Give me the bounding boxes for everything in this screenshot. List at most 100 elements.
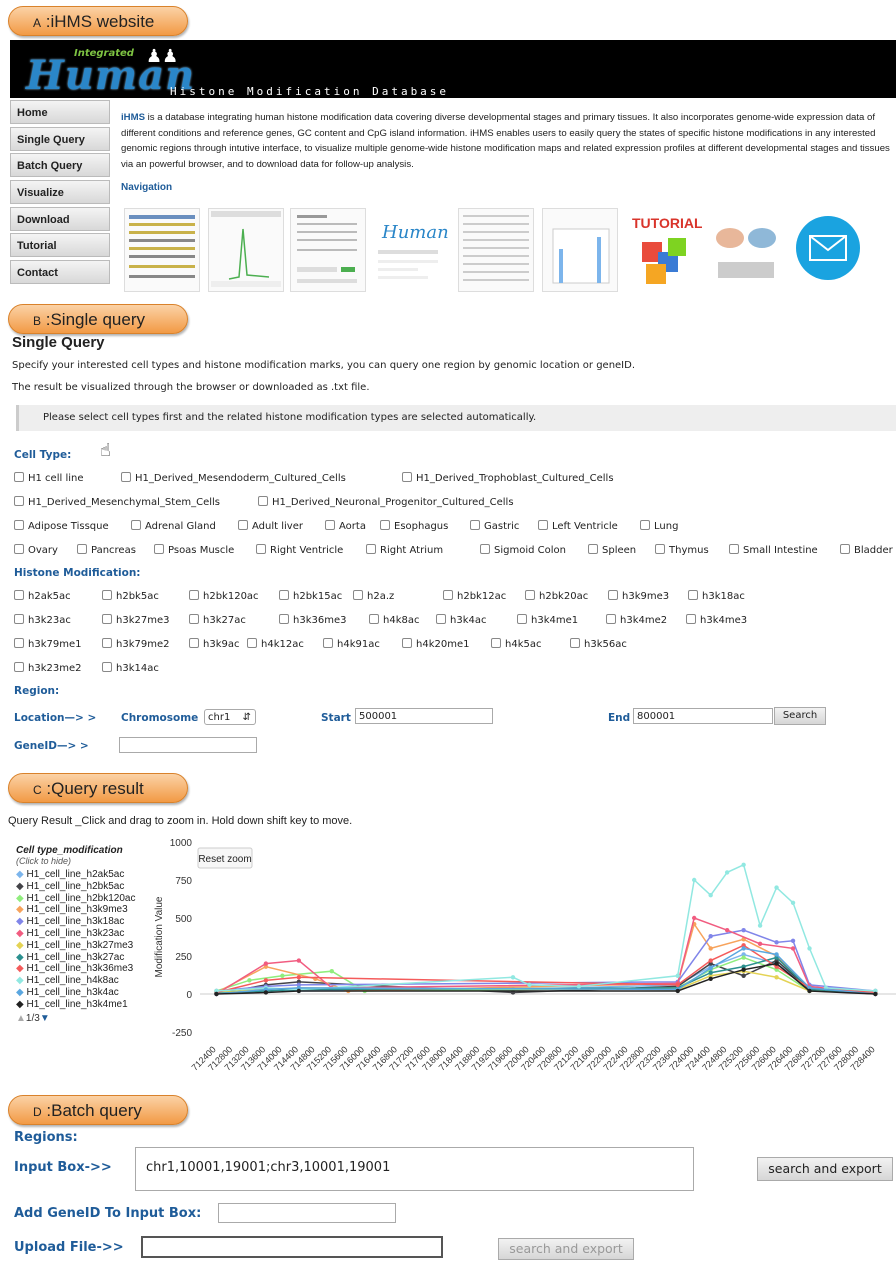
geneid-input[interactable] — [119, 737, 257, 753]
checkbox-histone[interactable]: h3k4me3 — [686, 614, 747, 626]
checkbox-cell-type[interactable]: Sigmoid Colon — [480, 544, 566, 556]
thumb-browser[interactable] — [124, 208, 200, 292]
sidebar-item-single-query[interactable]: Single Query — [10, 126, 110, 151]
checkbox-cell-type[interactable]: Small Intestine — [729, 544, 818, 556]
legend-item[interactable]: ◆ H1_cell_line_h3k36me3 — [16, 963, 135, 975]
checkbox-cell-type[interactable]: H1_Derived_Mesenchymal_Stem_Cells — [14, 496, 220, 508]
checkbox-histone[interactable]: h3k79me2 — [102, 638, 169, 650]
checkbox-cell-type[interactable]: Adrenal Gland — [131, 520, 216, 532]
legend-item[interactable]: ◆ H1_cell_line_h3k4me1 — [16, 999, 135, 1011]
checkbox-cell-type[interactable]: Bladder — [840, 544, 893, 556]
legend-item[interactable]: ◆ H1_cell_line_h3k4ac — [16, 987, 135, 999]
sidebar-item-download[interactable]: Download — [10, 206, 110, 231]
checkbox-histone[interactable]: h3k4me1 — [517, 614, 578, 626]
legend-item[interactable]: ◆ H1_cell_line_h2bk5ac — [16, 881, 135, 893]
legend-item[interactable]: ◆ H1_cell_line_h3k18ac — [16, 916, 135, 928]
sidebar-item-visualize[interactable]: Visualize — [10, 180, 110, 205]
section-label-c: C :Query result — [8, 773, 188, 803]
checkbox-histone[interactable]: h3k4ac — [436, 614, 486, 626]
checkbox-histone[interactable]: h2ak5ac — [14, 590, 71, 602]
checkbox-cell-type[interactable]: Esophagus — [380, 520, 448, 532]
thumb-bar-chart[interactable] — [542, 208, 618, 292]
search-export-button[interactable]: search and export — [757, 1157, 893, 1181]
checkbox-cell-type[interactable]: H1_Derived_Mesendoderm_Cultured_Cells — [121, 472, 346, 484]
checkbox-cell-type[interactable]: Thymus — [655, 544, 709, 556]
checkbox-histone[interactable]: h3k9ac — [189, 638, 239, 650]
legend-item[interactable]: ◆ H1_cell_line_h3k27me3 — [16, 940, 135, 952]
checkbox-cell-type[interactable]: H1_Derived_Neuronal_Progenitor_Cultured_… — [258, 496, 514, 508]
checkbox-histone[interactable]: h3k18ac — [688, 590, 745, 602]
thumb-form[interactable] — [290, 208, 366, 292]
checkbox-histone[interactable]: h3k23me2 — [14, 662, 81, 674]
checkbox-histone[interactable]: h2a.z — [353, 590, 394, 602]
legend-pager[interactable]: ▲1/3▼ — [16, 1013, 135, 1024]
checkbox-cell-type[interactable]: Gastric — [470, 520, 519, 532]
geneid-batch-input[interactable] — [218, 1203, 396, 1223]
thumb-chart[interactable] — [208, 208, 284, 292]
checkbox-cell-type[interactable]: Right Atrium — [366, 544, 443, 556]
thumb-nucleosome[interactable] — [710, 208, 784, 290]
mail-icon[interactable] — [794, 208, 868, 290]
start-input[interactable]: 500001 — [355, 708, 493, 724]
legend-item[interactable]: ◆ H1_cell_line_h2bk120ac — [16, 893, 135, 905]
thumb-table[interactable] — [458, 208, 534, 292]
regions-input[interactable]: chr1,10001,19001;chr3,10001,19001 — [135, 1147, 694, 1191]
checkbox-cell-type[interactable]: Spleen — [588, 544, 636, 556]
sidebar-item-tutorial[interactable]: Tutorial — [10, 233, 110, 258]
checkbox-cell-type[interactable]: Lung — [640, 520, 678, 532]
arrow-down-icon[interactable]: ▼ — [40, 1013, 50, 1024]
checkbox-histone[interactable]: h3k27me3 — [102, 614, 169, 626]
checkbox-histone[interactable]: h4k20me1 — [402, 638, 469, 650]
checkbox-histone[interactable]: h3k9me3 — [608, 590, 669, 602]
checkbox-histone[interactable]: h3k4me2 — [606, 614, 667, 626]
legend-item[interactable]: ◆ H1_cell_line_h4k8ac — [16, 975, 135, 987]
data-point — [329, 969, 334, 974]
checkbox-cell-type[interactable]: Adult liver — [238, 520, 303, 532]
checkbox-cell-type[interactable]: Ovary — [14, 544, 58, 556]
checkbox-histone[interactable]: h4k5ac — [491, 638, 541, 650]
checkbox-cell-type[interactable]: Aorta — [325, 520, 366, 532]
search-button[interactable]: Search — [774, 707, 826, 725]
legend-item[interactable]: ◆ H1_cell_line_h3k27ac — [16, 952, 135, 964]
end-input[interactable]: 800001 — [633, 708, 773, 724]
checkbox-cell-type[interactable]: Adipose Tissque — [14, 520, 109, 532]
chromosome-select[interactable]: chr1 ⇵ — [204, 709, 256, 725]
checkbox-histone[interactable]: h4k91ac — [323, 638, 380, 650]
legend-item[interactable]: ◆ H1_cell_line_h3k23ac — [16, 928, 135, 940]
data-point — [741, 927, 746, 933]
checkbox-histone[interactable]: h3k56ac — [570, 638, 627, 650]
checkbox-cell-type[interactable]: Left Ventricle — [538, 520, 618, 532]
checkbox-cell-type[interactable]: Right Ventricle — [256, 544, 343, 556]
checkbox-histone[interactable]: h2bk12ac — [443, 590, 506, 602]
checkbox-histone[interactable]: h4k8ac — [369, 614, 419, 626]
checkbox-histone[interactable]: h3k23ac — [14, 614, 71, 626]
legend-item[interactable]: ◆ H1_cell_line_h3k9me3 — [16, 904, 135, 916]
checkbox-histone[interactable]: h3k36me3 — [279, 614, 346, 626]
arrow-up-icon[interactable]: ▲ — [16, 1013, 26, 1024]
checkbox-histone[interactable]: h4k12ac — [247, 638, 304, 650]
legend-marker: ◆ — [16, 963, 27, 975]
tutorial-text: TUTORIAL — [632, 215, 702, 231]
checkbox-histone[interactable]: h2bk120ac — [189, 590, 259, 602]
checkbox-histone[interactable]: h2bk15ac — [279, 590, 342, 602]
data-point — [692, 877, 697, 883]
add-geneid-label: Add GeneID To Input Box: — [14, 1206, 202, 1221]
sidebar-item-contact[interactable]: Contact — [10, 260, 110, 285]
checkbox-histone[interactable]: h2bk20ac — [525, 590, 588, 602]
file-upload-input[interactable] — [141, 1236, 443, 1258]
thumb-logo[interactable]: Human — [374, 208, 448, 290]
sidebar-item-home[interactable]: Home — [10, 100, 110, 124]
line-chart[interactable]: 10007505002500-250Modification Value7124… — [150, 834, 896, 1084]
checkbox-histone[interactable]: h2bk5ac — [102, 590, 159, 602]
checkbox-cell-type[interactable]: H1_Derived_Trophoblast_Cultured_Cells — [402, 472, 614, 484]
checkbox-histone[interactable]: h3k14ac — [102, 662, 159, 674]
checkbox-cell-type[interactable]: H1 cell line — [14, 472, 84, 484]
checkbox-cell-type[interactable]: Psoas Muscle — [154, 544, 234, 556]
checkbox-histone[interactable]: h3k27ac — [189, 614, 246, 626]
legend-item[interactable]: ◆ H1_cell_line_h2ak5ac — [16, 869, 135, 881]
checkbox-histone[interactable]: h3k79me1 — [14, 638, 81, 650]
checkbox-cell-type[interactable]: Pancreas — [77, 544, 136, 556]
thumb-tutorial[interactable]: TUTORIAL — [628, 208, 702, 290]
sidebar-item-batch-query[interactable]: Batch Query — [10, 153, 110, 178]
search-export-disabled-button[interactable]: search and export — [498, 1238, 634, 1260]
